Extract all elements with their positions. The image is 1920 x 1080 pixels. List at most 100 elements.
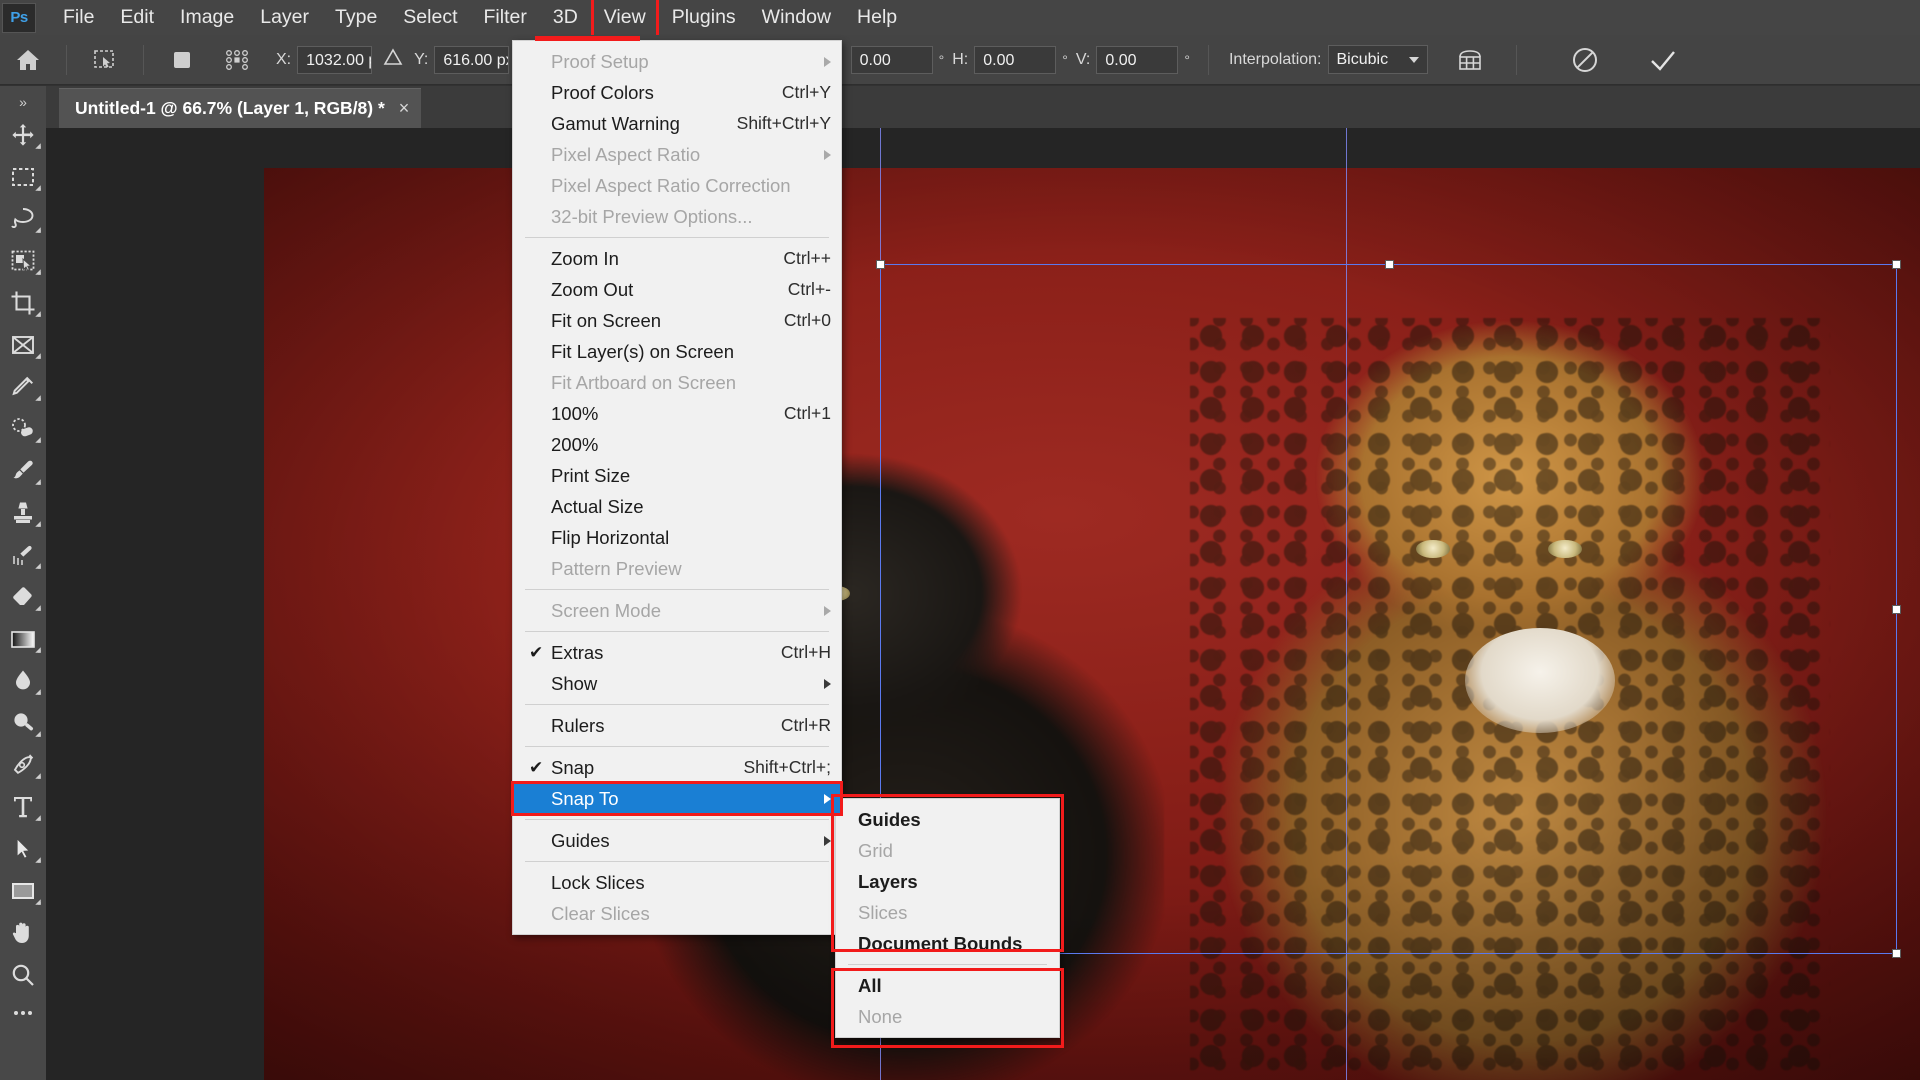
double-chevron-icon[interactable]: » xyxy=(19,90,27,114)
snap-to-submenu[interactable]: Guides Grid Layers Slices Document Bounds All… xyxy=(835,798,1060,1038)
cancel-transform-icon[interactable] xyxy=(1557,45,1613,75)
interpolation-select[interactable]: Bicubic xyxy=(1327,45,1428,74)
menu-item-proof-colors[interactable]: Proof Colors Ctrl+Y xyxy=(513,77,841,108)
close-icon[interactable]: × xyxy=(399,98,410,119)
hand-tool[interactable] xyxy=(0,912,46,954)
free-transform-icon[interactable] xyxy=(77,48,133,72)
menu-item-label: Snap xyxy=(551,756,595,778)
history-brush-tool[interactable] xyxy=(0,534,46,576)
type-tool[interactable] xyxy=(0,786,46,828)
gradient-tool[interactable] xyxy=(0,618,46,660)
menu-item-guides[interactable]: Guides xyxy=(513,825,841,856)
angle-input[interactable]: 0.00 xyxy=(850,45,933,74)
menu-type[interactable]: Type xyxy=(322,0,390,35)
menu-view[interactable]: View xyxy=(591,0,659,35)
reference-point-grid-icon[interactable] xyxy=(210,48,266,72)
menu-window[interactable]: Window xyxy=(749,0,844,35)
menu-item-zoom-out[interactable]: Zoom Out Ctrl+- xyxy=(513,274,841,305)
menu-item-label: 32-bit Preview Options... xyxy=(551,205,753,227)
submenu-arrow-icon xyxy=(824,835,831,846)
chevron-down-icon xyxy=(1408,56,1419,63)
menu-highlight-bar xyxy=(535,36,640,41)
menu-item-print-size[interactable]: Print Size xyxy=(513,460,841,491)
skew-h-label: H: xyxy=(952,50,969,68)
rectangle-tool[interactable] xyxy=(0,870,46,912)
eraser-tool[interactable] xyxy=(0,576,46,618)
rectangular-marquee-tool[interactable] xyxy=(0,156,46,198)
view-menu-dropdown[interactable]: Proof Setup Proof Colors Ctrl+Y Gamut Warni… xyxy=(511,36,843,935)
crop-tool[interactable] xyxy=(0,282,46,324)
menu-filter[interactable]: Filter xyxy=(471,0,540,35)
menu-item-lock-slices[interactable]: Lock Slices xyxy=(513,867,841,898)
menu-select[interactable]: Select xyxy=(390,0,470,35)
interpolation-value: Bicubic xyxy=(1336,50,1389,68)
menu-item-shortcut: Ctrl+0 xyxy=(783,310,831,330)
commit-transform-icon[interactable] xyxy=(1635,45,1691,75)
reference-point-icon[interactable] xyxy=(154,49,210,71)
menu-item-label: Clear Slices xyxy=(551,902,650,924)
menu-3d[interactable]: 3D xyxy=(540,0,591,35)
menu-image[interactable]: Image xyxy=(167,0,247,35)
interpolation-label: Interpolation: xyxy=(1228,50,1322,68)
zoom-tool[interactable] xyxy=(0,954,46,996)
submenu-item-layers[interactable]: Layers xyxy=(836,866,1059,897)
menu-item-screen-mode: Screen Mode xyxy=(513,595,841,626)
menu-item-fit-artboard-on-screen: Fit Artboard on Screen xyxy=(513,367,841,398)
edit-toolbar-tool[interactable] xyxy=(0,996,46,1030)
home-icon[interactable] xyxy=(0,48,56,72)
pen-tool[interactable] xyxy=(0,744,46,786)
menu-item-rulers[interactable]: Rulers Ctrl+R xyxy=(513,710,841,741)
menu-item-actual-size[interactable]: Actual Size xyxy=(513,491,841,522)
degree-symbol: ° xyxy=(1184,51,1190,68)
dodge-tool[interactable] xyxy=(0,702,46,744)
menu-file[interactable]: File xyxy=(50,0,107,35)
brush-tool[interactable] xyxy=(0,450,46,492)
menu-item-zoom-in[interactable]: Zoom In Ctrl++ xyxy=(513,243,841,274)
degree-symbol: ° xyxy=(938,51,945,68)
x-input[interactable]: 1032.00 px xyxy=(297,45,373,74)
spot-healing-brush-tool[interactable] xyxy=(0,408,46,450)
menu-help[interactable]: Help xyxy=(844,0,910,35)
menu-layer[interactable]: Layer xyxy=(247,0,322,35)
blur-tool[interactable] xyxy=(0,660,46,702)
menu-item-snap[interactable]: ✔ Snap Shift+Ctrl+; xyxy=(513,752,841,783)
menu-separator xyxy=(525,746,829,747)
eyedropper-tool[interactable] xyxy=(0,366,46,408)
submenu-item-document-bounds[interactable]: Document Bounds xyxy=(836,928,1059,959)
menu-item-200[interactable]: 200% xyxy=(513,429,841,460)
menu-item-flip-horizontal[interactable]: Flip Horizontal xyxy=(513,522,841,553)
photoshop-window: Ps File Edit Image Layer Type Select Filter 3D V… xyxy=(0,0,1920,1080)
menu-item-gamut-warning[interactable]: Gamut Warning Shift+Ctrl+Y xyxy=(513,108,841,139)
menu-bar-items: File Edit Image Layer Type Select Filter 3D View… xyxy=(50,0,910,35)
menu-separator xyxy=(525,237,829,238)
menu-item-show[interactable]: Show xyxy=(513,668,841,699)
menu-item-fit-on-screen[interactable]: Fit on Screen Ctrl+0 xyxy=(513,305,841,336)
submenu-item-guides[interactable]: Guides xyxy=(836,804,1059,835)
frame-tool[interactable] xyxy=(0,324,46,366)
menu-item-extras[interactable]: ✔ Extras Ctrl+H xyxy=(513,637,841,668)
lasso-tool[interactable] xyxy=(0,198,46,240)
degree-symbol: ° xyxy=(1062,51,1068,68)
menu-item-label: Flip Horizontal xyxy=(551,526,670,548)
object-selection-tool[interactable] xyxy=(0,240,46,282)
submenu-arrow-icon xyxy=(824,149,831,160)
skew-h-input[interactable]: 0.00 xyxy=(974,45,1057,74)
move-tool[interactable] xyxy=(0,114,46,156)
warp-icon[interactable] xyxy=(1442,47,1498,73)
menu-plugins[interactable]: Plugins xyxy=(659,0,749,35)
menu-edit[interactable]: Edit xyxy=(107,0,167,35)
menu-item-label: Pattern Preview xyxy=(551,557,682,579)
menu-item-label: Actual Size xyxy=(551,495,644,517)
submenu-item-all[interactable]: All xyxy=(836,970,1059,1001)
document-tab[interactable]: Untitled-1 @ 66.7% (Layer 1, RGB/8) * × xyxy=(59,88,422,128)
menu-item-snap-to[interactable]: Snap To xyxy=(511,781,843,816)
divider xyxy=(1207,44,1209,75)
menu-item-100[interactable]: 100% Ctrl+1 xyxy=(513,398,841,429)
y-input[interactable]: 616.00 px xyxy=(434,45,510,74)
menu-item-fit-layer-s-on-screen[interactable]: Fit Layer(s) on Screen xyxy=(513,336,841,367)
submenu-separator xyxy=(848,964,1047,965)
clone-stamp-tool[interactable] xyxy=(0,492,46,534)
skew-v-input[interactable]: 0.00 xyxy=(1096,45,1179,74)
menu-item-pattern-preview: Pattern Preview xyxy=(513,553,841,584)
path-selection-tool[interactable] xyxy=(0,828,46,870)
